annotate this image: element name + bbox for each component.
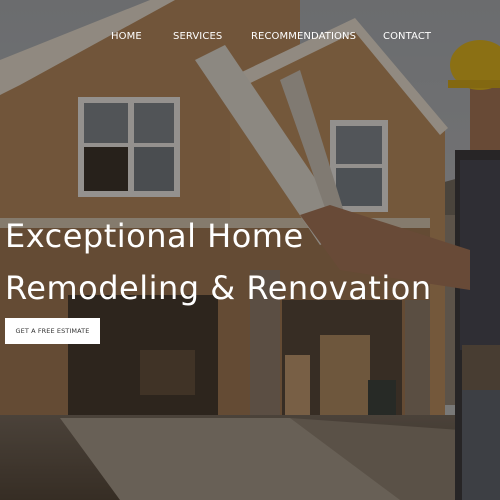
get-estimate-button[interactable]: GET A FREE ESTIMATE bbox=[5, 318, 100, 344]
nav-contact-link[interactable]: CONTACT bbox=[383, 31, 431, 42]
main-nav: HOME SERVICES RECOMMENDATIONS CONTACT bbox=[0, 31, 500, 45]
hero-headline-line2: Remodeling & Renovation bbox=[5, 269, 432, 307]
nav-home-link[interactable]: HOME bbox=[111, 31, 142, 42]
hero-headline: Exceptional Home Remodeling & Renovation bbox=[5, 210, 432, 314]
hero-headline-line1: Exceptional Home bbox=[5, 217, 304, 255]
nav-services-link[interactable]: SERVICES bbox=[173, 31, 222, 42]
nav-recommendations-link[interactable]: RECOMMENDATIONS bbox=[251, 31, 356, 42]
